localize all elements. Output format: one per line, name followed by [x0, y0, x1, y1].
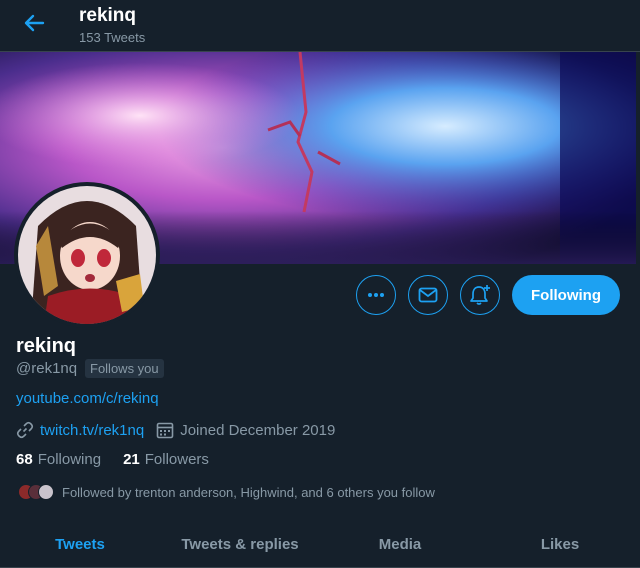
tab-tweets-replies[interactable]: Tweets & replies	[160, 522, 320, 567]
following-label: Following	[37, 451, 102, 468]
header-title: rekinq	[79, 5, 137, 26]
following-button[interactable]: Following	[512, 275, 620, 315]
link-icon	[16, 421, 34, 439]
calendar-icon	[156, 422, 174, 439]
followed-by-row[interactable]: Followed by trenton anderson, Highwind, …	[18, 482, 435, 502]
envelope-icon	[418, 287, 438, 303]
website-link[interactable]: twitch.tv/rek1nq	[40, 422, 144, 439]
mutual-avatars	[18, 484, 54, 500]
followers-count: 21	[123, 451, 140, 468]
bell-plus-icon	[470, 285, 490, 305]
more-button[interactable]	[356, 275, 396, 315]
profile-meta: twitch.tv/rek1nq Joined December 2019	[16, 420, 335, 440]
following-count-link[interactable]: 68 Following	[16, 451, 101, 468]
followed-by-text: Followed by trenton anderson, Highwind, …	[62, 484, 435, 500]
mutual-avatar	[38, 484, 54, 500]
arrow-left-icon	[24, 14, 45, 32]
follows-you-badge: Follows you	[85, 359, 164, 378]
profile-avatar[interactable]	[14, 182, 160, 328]
follow-counts: 68 Following 21 Followers	[16, 451, 209, 468]
following-count: 68	[16, 451, 33, 468]
bio-youtube-link[interactable]: youtube.com/c/rekinq	[16, 390, 159, 407]
tab-tweets[interactable]: Tweets	[0, 522, 160, 567]
message-button[interactable]	[408, 275, 448, 315]
followers-count-link[interactable]: 21 Followers	[123, 451, 209, 468]
avatar-image	[18, 186, 156, 324]
joined-date: Joined December 2019	[180, 421, 336, 439]
tweet-count: 153 Tweets	[79, 30, 146, 45]
back-button[interactable]	[18, 9, 50, 37]
more-horizontal-icon	[368, 293, 384, 297]
tab-media[interactable]: Media	[320, 522, 480, 567]
display-name: rekinq	[16, 335, 77, 357]
profile-tabs: Tweets Tweets & replies Media Likes	[0, 522, 640, 568]
profile-header: rekinq 153 Tweets	[0, 0, 640, 52]
tab-likes[interactable]: Likes	[480, 522, 640, 567]
user-handle: @rek1nq	[16, 360, 78, 377]
followers-label: Followers	[144, 451, 209, 468]
notifications-button[interactable]	[460, 275, 500, 315]
